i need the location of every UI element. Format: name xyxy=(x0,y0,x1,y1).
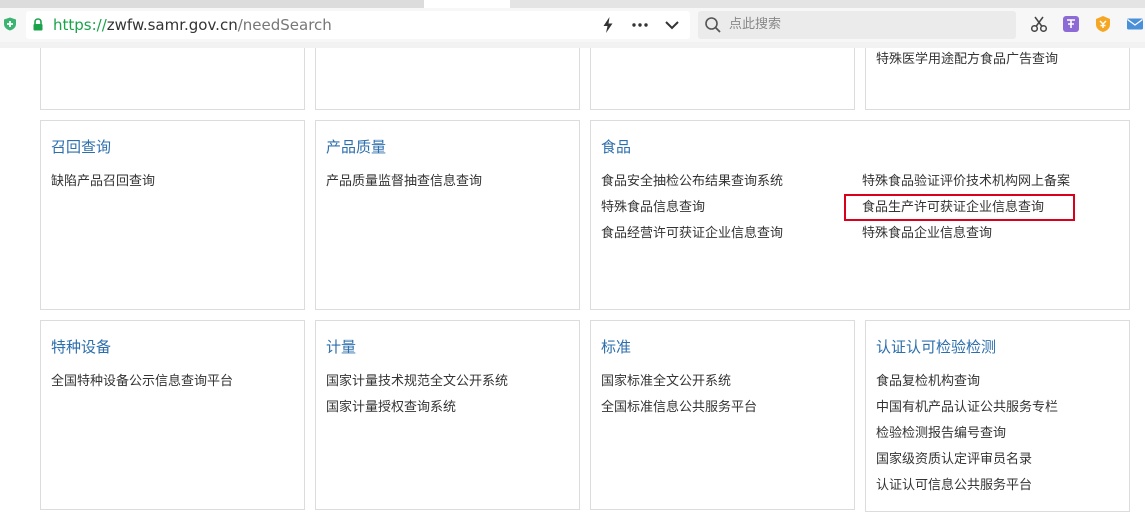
shield-extension-icon[interactable] xyxy=(3,17,17,31)
translate-icon[interactable] xyxy=(1062,15,1080,33)
active-tab[interactable] xyxy=(424,0,510,8)
link-national-standard-text[interactable]: 国家标准全文公开系统 xyxy=(601,373,731,391)
link-food-business-license[interactable]: 食品经营许可获证企业信息查询 xyxy=(601,225,783,243)
link-test-report-number[interactable]: 检验检测报告编号查询 xyxy=(876,425,1006,443)
equipment-title: 特种设备 xyxy=(51,338,112,356)
metrology-title: 计量 xyxy=(326,338,357,356)
link-organic-certification[interactable]: 中国有机产品认证公共服务专栏 xyxy=(876,399,1058,417)
link-standard-info-platform[interactable]: 全国标准信息公共服务平台 xyxy=(601,399,757,417)
link-defective-product-recall[interactable]: 缺陷产品召回查询 xyxy=(51,173,155,191)
coupon-extension-icon[interactable] xyxy=(1094,15,1112,33)
certification-title: 认证认可检验检测 xyxy=(876,338,997,356)
food-title: 食品 xyxy=(601,138,632,156)
url-host: zwfw.samr.gov.cn xyxy=(106,16,238,34)
quality-title: 产品质量 xyxy=(326,138,387,156)
link-food-retest-agency[interactable]: 食品复检机构查询 xyxy=(876,373,980,391)
more-icon[interactable] xyxy=(630,15,650,35)
url-path: /needSearch xyxy=(237,16,332,34)
search-icon xyxy=(705,17,721,33)
link-metrology-authorization[interactable]: 国家计量授权查询系统 xyxy=(326,399,456,417)
search-placeholder: 点此搜索 xyxy=(729,17,782,32)
link-special-food-info[interactable]: 特殊食品信息查询 xyxy=(601,199,705,217)
highlight-box xyxy=(844,194,1075,221)
link-metrology-spec-system[interactable]: 国家计量技术规范全文公开系统 xyxy=(326,373,508,391)
link-certification-info-platform[interactable]: 认证认可信息公共服务平台 xyxy=(876,477,1032,495)
link-special-food-evaluation-filing[interactable]: 特殊食品验证评价技术机构网上备案 xyxy=(862,173,1070,191)
lock-icon xyxy=(33,18,43,31)
link-special-medical-food-ad[interactable]: 特殊医学用途配方食品广告查询 xyxy=(876,51,1058,69)
scissors-icon[interactable] xyxy=(1030,15,1048,33)
lightning-icon[interactable] xyxy=(598,15,618,35)
standards-title: 标准 xyxy=(601,338,632,356)
inactive-tab[interactable] xyxy=(510,0,1145,8)
link-national-reviewer-list[interactable]: 国家级资质认定评审员名录 xyxy=(876,451,1032,469)
browser-toolbar: https://zwfw.samr.gov.cn/needSearch 点此搜索 xyxy=(0,0,1145,48)
link-quality-spot-check[interactable]: 产品质量监督抽查信息查询 xyxy=(326,173,482,191)
link-special-food-enterprise[interactable]: 特殊食品企业信息查询 xyxy=(862,225,992,243)
link-food-safety-sampling[interactable]: 食品安全抽检公布结果查询系统 xyxy=(601,173,783,191)
recall-title: 召回查询 xyxy=(51,138,112,156)
url-scheme: https:// xyxy=(53,16,107,34)
url-text[interactable]: https://zwfw.samr.gov.cn/needSearch xyxy=(53,15,332,35)
mail-icon[interactable] xyxy=(1126,15,1144,33)
link-special-equipment-platform[interactable]: 全国特种设备公示信息查询平台 xyxy=(51,373,233,391)
chevron-down-icon[interactable] xyxy=(662,15,682,35)
